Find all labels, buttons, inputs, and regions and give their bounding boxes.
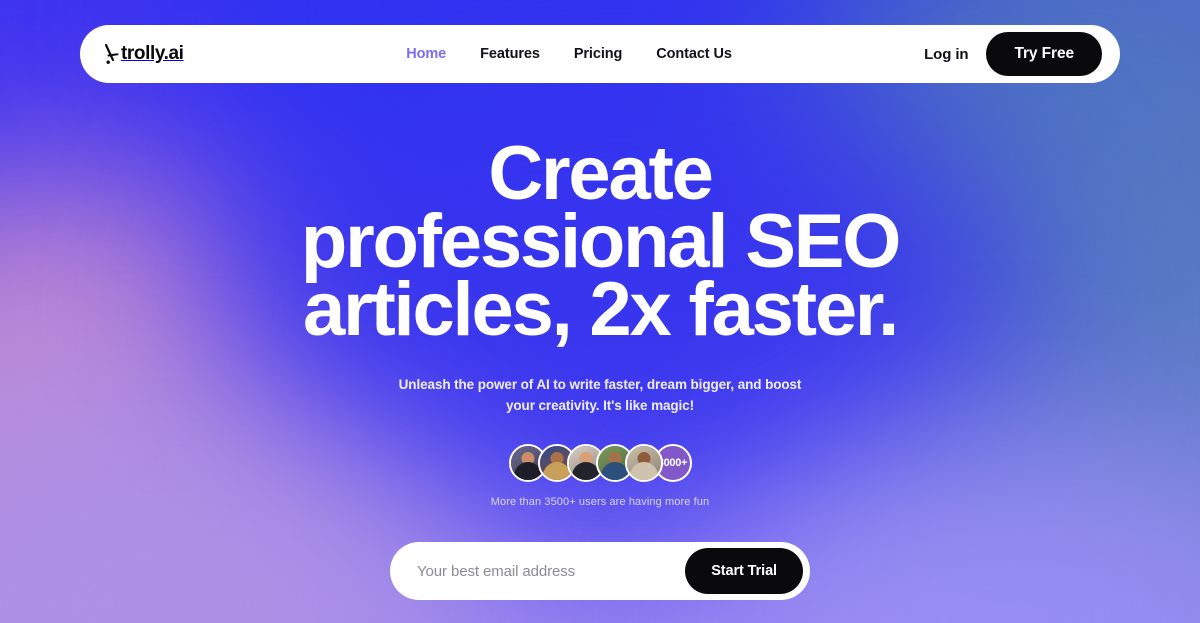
social-proof: 3000+ More than 3500+ users are having m… <box>491 444 709 508</box>
main-navigation-bar: trolly.ai Home Features Pricing Contact … <box>80 25 1120 83</box>
start-trial-button[interactable]: Start Trial <box>685 548 803 594</box>
login-link[interactable]: Log in <box>924 46 968 63</box>
avatar <box>624 444 663 482</box>
nav-item-contact-us[interactable]: Contact Us <box>656 46 732 62</box>
trolley-cart-icon <box>104 43 120 65</box>
avatar-image <box>626 446 661 480</box>
nav-item-home[interactable]: Home <box>406 46 446 62</box>
hero-subtext: Unleash the power of AI to write faster,… <box>398 377 802 413</box>
social-proof-caption: More than 3500+ users are having more fu… <box>490 496 710 508</box>
hero-section: Create professional SEO articles, 2x fas… <box>0 131 1200 600</box>
avatar-group: 3000+ <box>508 444 692 482</box>
nav-item-features[interactable]: Features <box>480 46 540 62</box>
hero-headline: Create professional SEO articles, 2x fas… <box>300 131 901 352</box>
nav-links: Home Features Pricing Contact Us <box>406 46 772 62</box>
brand-logo[interactable]: trolly.ai <box>104 43 254 65</box>
nav-item-pricing[interactable]: Pricing <box>574 46 623 62</box>
email-signup-form: Start Trial <box>390 542 810 600</box>
try-free-button[interactable]: Try Free <box>986 32 1102 76</box>
nav-actions: Log in Try Free <box>924 32 1102 76</box>
email-input[interactable] <box>390 542 686 600</box>
brand-logo-text: trolly.ai <box>121 43 184 64</box>
